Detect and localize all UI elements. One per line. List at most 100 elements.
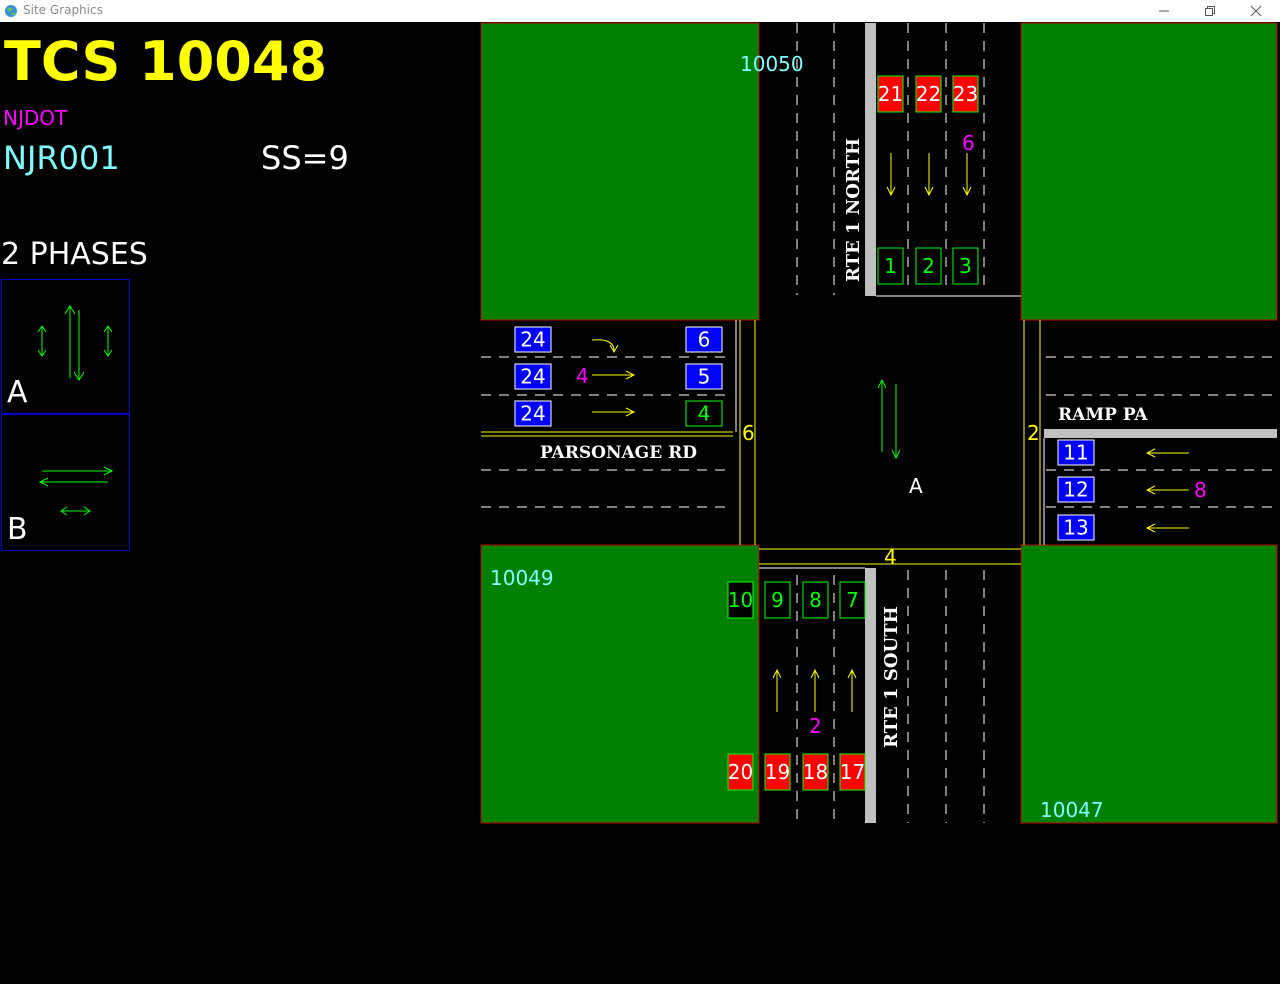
close-button[interactable] bbox=[1233, 0, 1279, 22]
detector-east-blue-12[interactable]: 12 bbox=[1057, 476, 1095, 503]
north-lane-lines bbox=[796, 23, 985, 295]
center-phase-arrows bbox=[877, 378, 901, 460]
north-approach-arrows bbox=[886, 153, 972, 197]
detector-west-right-5-box bbox=[685, 363, 723, 390]
detector-north-green-2-label: 2 bbox=[922, 254, 935, 278]
detector-north-red-21-box bbox=[877, 75, 904, 113]
corner-id-se: 10047 bbox=[1040, 798, 1104, 822]
detector-north-red-21-label: 21 bbox=[878, 82, 903, 106]
detector-north-green-2-box bbox=[915, 247, 942, 285]
detector-west-right-4-box bbox=[685, 400, 723, 427]
corner-id-nw: 10050 bbox=[740, 52, 804, 76]
detector-west-blue-2-box bbox=[514, 363, 552, 390]
detector-south-red-18-box bbox=[802, 753, 829, 791]
phases-title: 2 PHASES bbox=[1, 237, 148, 272]
detector-south-10[interactable]: 10 bbox=[727, 581, 754, 619]
detector-south-red-20-label: 20 bbox=[728, 760, 753, 784]
detector-west-blue-3-box bbox=[514, 400, 552, 427]
app-globe-icon bbox=[5, 5, 17, 17]
detector-east-blue-11[interactable]: 11 bbox=[1057, 439, 1095, 466]
phase-a-box[interactable]: A bbox=[1, 279, 130, 415]
detector-east-blue-12-label: 12 bbox=[1063, 478, 1088, 502]
restore-button[interactable] bbox=[1187, 0, 1233, 22]
detector-north-green-2[interactable]: 2 bbox=[915, 247, 942, 285]
detector-west-blue-2-label: 24 bbox=[520, 365, 545, 389]
south-median bbox=[865, 568, 876, 823]
detector-south-10-box bbox=[727, 581, 754, 619]
minimize-icon bbox=[1159, 10, 1169, 12]
road-name-west: PARSONAGE RD bbox=[540, 443, 697, 463]
detector-south-red-19-box bbox=[764, 753, 791, 791]
detector-west-blue-1[interactable]: 24 bbox=[514, 326, 552, 353]
grass-ne bbox=[1020, 22, 1278, 321]
detector-west-right-5-label: 5 bbox=[698, 365, 711, 389]
detector-south-green-9[interactable]: 9 bbox=[764, 581, 791, 619]
detector-north-green-3-label: 3 bbox=[959, 254, 972, 278]
restore-icon bbox=[1205, 6, 1215, 16]
road-name-east: RAMP PA bbox=[1058, 405, 1148, 425]
corner-id-sw: 10049 bbox=[490, 566, 554, 590]
detector-south-green-7-box bbox=[839, 581, 866, 619]
detector-north-green-1-box bbox=[877, 247, 904, 285]
magenta-label-east: 8 bbox=[1194, 478, 1207, 502]
detector-east-blue-13-box bbox=[1057, 514, 1095, 541]
ss-value: SS=9 bbox=[261, 139, 349, 177]
detector-south-red-17-box bbox=[839, 753, 866, 791]
detector-south-10-label: 10 bbox=[728, 588, 753, 612]
intersection-map: 10050 10049 10047 RTE 1 NORTH RTE 1 SOUT… bbox=[480, 22, 1278, 824]
detector-south-red-18[interactable]: 18 bbox=[802, 753, 829, 791]
grass-sw bbox=[480, 544, 760, 824]
detector-west-right-5[interactable]: 5 bbox=[685, 363, 723, 390]
east-median bbox=[1044, 429, 1277, 438]
detector-north-green-1[interactable]: 1 bbox=[877, 247, 904, 285]
detector-north-red-22-label: 22 bbox=[916, 82, 941, 106]
detector-west-right-6[interactable]: 6 bbox=[685, 326, 723, 353]
detector-south-green-9-label: 9 bbox=[771, 588, 784, 612]
detectors-layer: 21 22 231 2 324242465411121310 9 8 720 19 18 17 bbox=[514, 75, 1095, 791]
road-name-south: RTE 1 SOUTH bbox=[881, 606, 902, 748]
south-approach-arrows bbox=[772, 668, 857, 712]
detector-south-green-8-label: 8 bbox=[809, 588, 822, 612]
detector-south-green-7[interactable]: 7 bbox=[839, 581, 866, 619]
west-lane-lines bbox=[481, 356, 733, 508]
detector-west-blue-1-box bbox=[514, 326, 552, 353]
detector-north-red-21[interactable]: 21 bbox=[877, 75, 904, 113]
detector-north-green-3[interactable]: 3 bbox=[952, 247, 979, 285]
tcs-title: TCS 10048 bbox=[4, 30, 328, 93]
phase-a-label: A bbox=[7, 375, 28, 410]
detector-west-right-4-label: 4 bbox=[698, 402, 711, 426]
detector-west-right-6-label: 6 bbox=[698, 328, 711, 352]
detector-south-green-9-box bbox=[764, 581, 791, 619]
detector-north-red-22[interactable]: 22 bbox=[915, 75, 942, 113]
detector-north-red-23-label: 23 bbox=[953, 82, 978, 106]
minimize-button[interactable] bbox=[1141, 0, 1187, 22]
yellow-label-west: 6 bbox=[742, 421, 755, 445]
detector-south-red-18-label: 18 bbox=[803, 760, 828, 784]
detector-west-right-6-box bbox=[685, 326, 723, 353]
east-approach-arrows bbox=[1145, 448, 1189, 533]
detector-west-blue-1-label: 24 bbox=[520, 328, 545, 352]
magenta-label-north: 6 bbox=[962, 131, 975, 155]
detector-west-blue-3[interactable]: 24 bbox=[514, 400, 552, 427]
detector-south-red-20[interactable]: 20 bbox=[727, 753, 754, 791]
east-lane-lines bbox=[1046, 356, 1277, 508]
close-icon bbox=[1250, 5, 1262, 17]
detector-north-red-23[interactable]: 23 bbox=[952, 75, 979, 113]
road-name-north: RTE 1 NORTH bbox=[843, 138, 864, 282]
detector-north-red-23-box bbox=[952, 75, 979, 113]
detector-west-blue-2[interactable]: 24 bbox=[514, 363, 552, 390]
detector-south-green-8[interactable]: 8 bbox=[802, 581, 829, 619]
detector-south-red-17[interactable]: 17 bbox=[839, 753, 866, 791]
detector-east-blue-13[interactable]: 13 bbox=[1057, 514, 1095, 541]
agency-label: NJDOT bbox=[3, 106, 68, 130]
site-id: NJR001 bbox=[3, 139, 120, 177]
detector-west-right-4[interactable]: 4 bbox=[685, 400, 723, 427]
detector-east-blue-11-box bbox=[1057, 439, 1095, 466]
phase-b-label: B bbox=[7, 512, 28, 547]
detector-south-red-17-label: 17 bbox=[840, 760, 865, 784]
grass-se bbox=[1020, 544, 1278, 824]
magenta-label-west: 4 bbox=[576, 364, 589, 388]
phase-b-box[interactable]: B bbox=[1, 413, 130, 551]
detector-south-red-19[interactable]: 19 bbox=[764, 753, 791, 791]
detector-south-green-7-label: 7 bbox=[846, 588, 859, 612]
